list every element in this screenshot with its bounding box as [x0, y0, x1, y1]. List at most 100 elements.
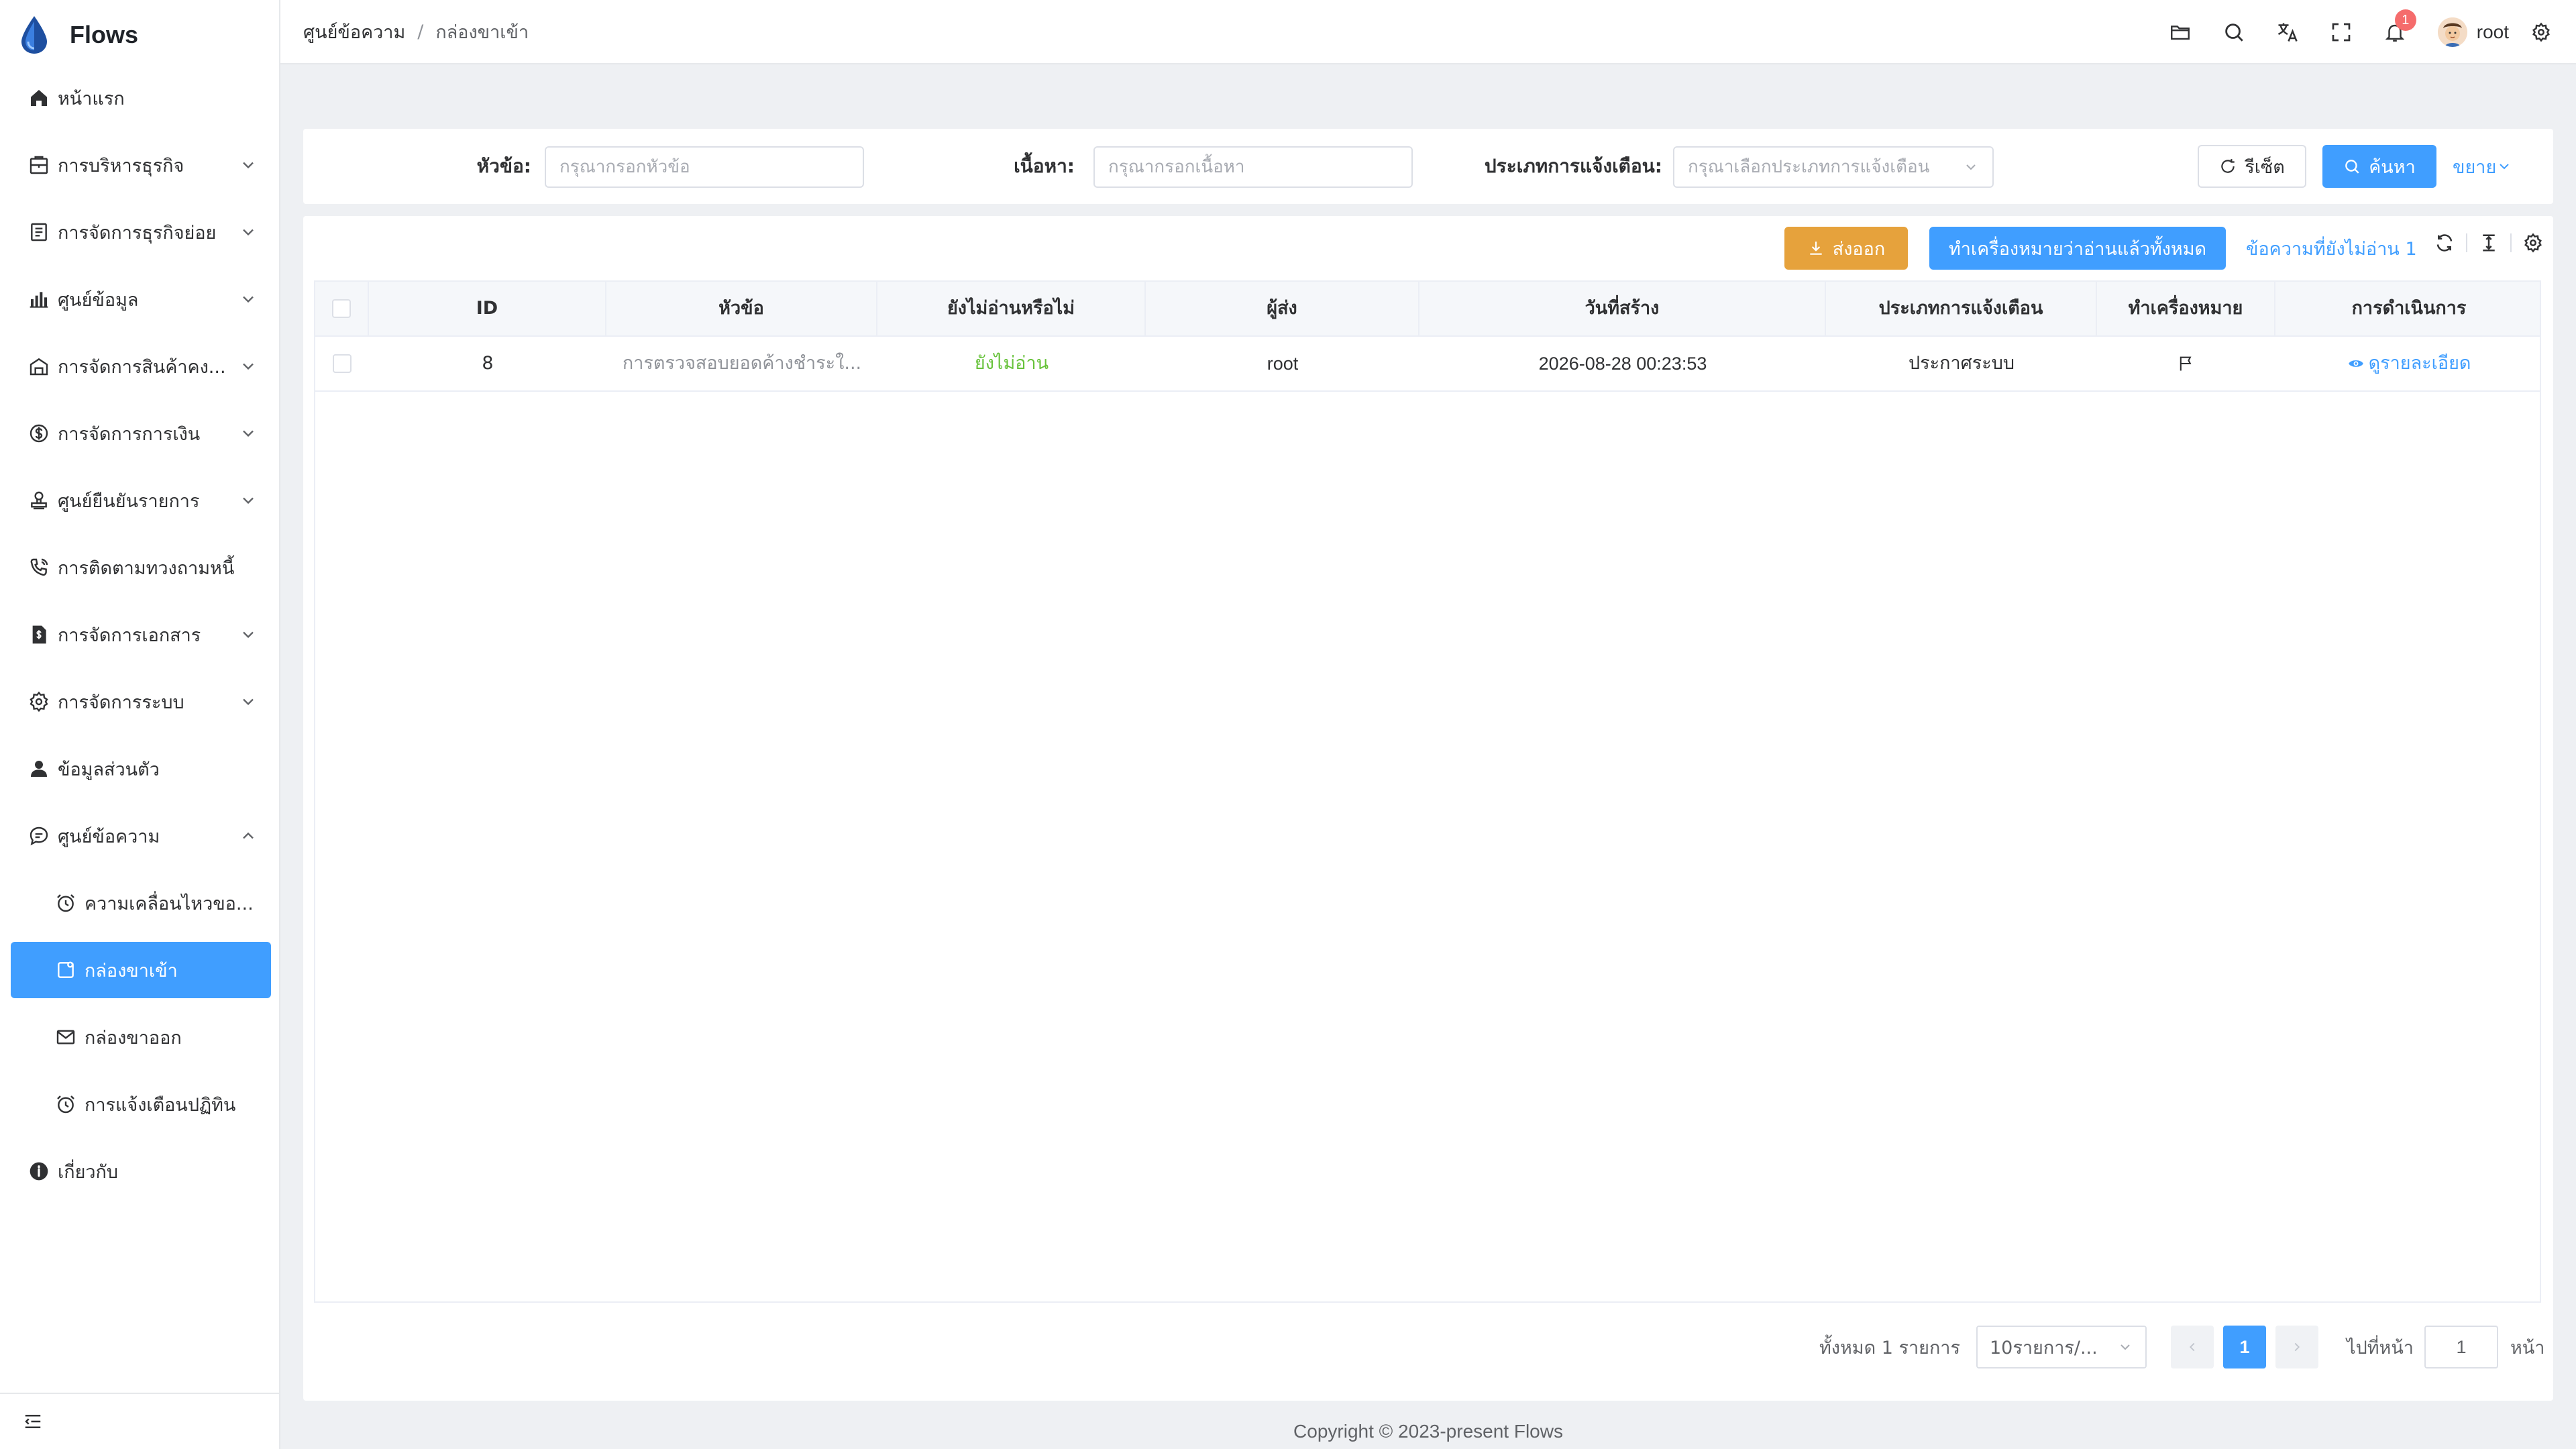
- folder-button[interactable]: [2153, 0, 2207, 64]
- sidebar-item-finance[interactable]: การจัดการการเงิน: [11, 405, 271, 462]
- inbox-icon: [54, 958, 78, 982]
- sidebar-item-home[interactable]: หน้าแรก: [11, 70, 271, 126]
- gear-icon: [2524, 233, 2542, 253]
- chevron-down-icon: [239, 491, 258, 510]
- row-checkbox[interactable]: [333, 354, 352, 373]
- expand-button[interactable]: ขยาย: [2453, 145, 2512, 188]
- sidebar-item-profile[interactable]: ข้อมูลส่วนตัว: [11, 741, 271, 797]
- chevron-down-icon: [2500, 164, 2509, 170]
- sidebar-item-message-center[interactable]: ศูนย์ข้อความ: [11, 808, 271, 864]
- notification-type-label: ประเภทการแจ้งเตือน:: [1484, 155, 1662, 177]
- chevron-down-icon: [239, 625, 258, 644]
- flag-icon[interactable]: [2177, 354, 2196, 373]
- sidebar-item-label: การจัดการการเงิน: [58, 423, 201, 445]
- prev-page-button[interactable]: [2171, 1326, 2214, 1368]
- view-details-link[interactable]: ดูรายละเอียด: [2347, 337, 2471, 390]
- sidebar-item-business[interactable]: การบริหารธุรกิจ: [11, 137, 271, 193]
- chevron-right-icon: [2294, 1342, 2300, 1352]
- pagination-total: ทั้งหมด 1 รายการ: [1819, 1337, 1960, 1358]
- footer-copyright: Copyright © 2023-present Flows: [1293, 1421, 1563, 1442]
- column-header[interactable]: ID: [369, 282, 606, 335]
- chevron-down-icon: [239, 692, 258, 711]
- breadcrumb-item[interactable]: ศูนย์ข้อความ: [303, 17, 405, 46]
- column-header[interactable]: ประเภทการแจ้งเตือน: [1826, 282, 2097, 335]
- unread-messages-link[interactable]: ข้อความที่ยังไม่อ่าน 1: [2246, 227, 2417, 270]
- fullscreen-button[interactable]: [2314, 0, 2368, 64]
- document-list-icon: [27, 220, 51, 244]
- table-header: ID หัวข้อ ยังไม่อ่านหรือไม่ ผู้ส่ง วันที…: [315, 282, 2540, 337]
- page-size-select[interactable]: 10รายการ/...: [1976, 1326, 2147, 1368]
- sidebar-item-debt-collection[interactable]: การติดตามทวงถามหนี้: [11, 539, 271, 596]
- column-header[interactable]: วันที่สร้าง: [1419, 282, 1826, 335]
- export-button[interactable]: ส่งออก: [1784, 227, 1908, 270]
- select-all-checkbox[interactable]: [332, 299, 351, 318]
- refresh-table-button[interactable]: [2431, 229, 2458, 256]
- page-size-value: 10รายการ/...: [1990, 1337, 2098, 1358]
- cell-id: 8: [482, 353, 494, 374]
- sidebar-item-sub-business[interactable]: การจัดการธุรกิจย่อย: [11, 204, 271, 260]
- sidebar-item-label: ศูนย์ข้อความ: [58, 826, 160, 847]
- sidebar-item-system[interactable]: การจัดการระบบ: [11, 674, 271, 730]
- expand-label: ขยาย: [2453, 156, 2497, 178]
- column-header[interactable]: หัวข้อ: [606, 282, 877, 335]
- app-logo[interactable]: Flows: [17, 15, 138, 55]
- column-header[interactable]: การดำเนินการ: [2275, 282, 2542, 335]
- briefcase-icon: [27, 153, 51, 177]
- sidebar-item-data-center[interactable]: ศูนย์ข้อมูล: [11, 271, 271, 327]
- column-header[interactable]: ผู้ส่ง: [1146, 282, 1419, 335]
- sidebar-item-about[interactable]: เกี่ยวกับ: [11, 1143, 271, 1199]
- sidebar-item-approval[interactable]: ศูนย์ยืนยันรายการ: [11, 472, 271, 529]
- chevron-down-icon: [239, 223, 258, 241]
- notification-type-select[interactable]: กรุณาเลือกประเภทการแจ้งเตือน: [1673, 146, 1994, 188]
- chevron-down-icon: [239, 290, 258, 309]
- mark-all-read-button[interactable]: ทำเครื่องหมายว่าอ่านแล้วทั้งหมด: [1929, 227, 2226, 270]
- stamp-icon: [27, 488, 51, 513]
- title-input[interactable]: [545, 146, 864, 188]
- search-icon: [2225, 23, 2243, 42]
- search-button[interactable]: [2207, 0, 2261, 64]
- title-label: หัวข้อ:: [476, 155, 531, 177]
- chevron-down-icon: [239, 357, 258, 376]
- density-button[interactable]: [2475, 229, 2502, 256]
- unread-messages-label: ข้อความที่ยังไม่อ่าน 1: [2246, 238, 2417, 260]
- reset-button[interactable]: รีเซ็ต: [2198, 145, 2306, 188]
- content-input[interactable]: [1093, 146, 1413, 188]
- goto-label: ไปที่หน้า: [2347, 1337, 2414, 1358]
- goto-page-input[interactable]: [2424, 1326, 2498, 1368]
- next-page-button[interactable]: [2275, 1326, 2318, 1368]
- notification-button[interactable]: 1: [2368, 0, 2422, 64]
- chevron-down-icon: [239, 424, 258, 443]
- sidebar-subitem-activity[interactable]: ความเคลื่อนไหวขอ...: [11, 875, 271, 931]
- sidebar-item-documents[interactable]: การจัดการเอกสาร: [11, 606, 271, 663]
- sidebar-subitem-inbox[interactable]: กล่องขาเข้า: [11, 942, 271, 998]
- sidebar-item-label: การจัดการธุรกิจย่อย: [58, 222, 217, 244]
- cell-sender: root: [1267, 354, 1299, 374]
- chevron-up-icon: [239, 826, 258, 845]
- mark-all-read-label: ทำเครื่องหมายว่าอ่านแล้วทั้งหมด: [1948, 238, 2207, 260]
- sidebar-item-label: เกี่ยวกับ: [58, 1161, 119, 1183]
- download-icon: [1810, 241, 1822, 255]
- chevron-down-icon: [1966, 164, 1976, 170]
- table-row[interactable]: 8 การตรวจสอบยอดค้างชำระใ... ยังไม่อ่าน r…: [315, 337, 2540, 392]
- column-settings-button[interactable]: [2520, 229, 2546, 256]
- notification-badge: 1: [2394, 9, 2416, 31]
- page-number-current[interactable]: 1: [2223, 1326, 2266, 1368]
- search-button[interactable]: ค้นหา: [2322, 145, 2436, 188]
- column-header[interactable]: ทำเครื่องหมาย: [2097, 282, 2275, 335]
- settings-button[interactable]: [2522, 0, 2560, 64]
- refresh-icon: [2221, 159, 2235, 173]
- column-height-icon: [2483, 234, 2495, 252]
- sidebar-item-label: การบริหารธุรกิจ: [58, 155, 184, 176]
- user-menu[interactable]: root: [2437, 17, 2509, 47]
- column-header[interactable]: ยังไม่อ่านหรือไม่: [877, 282, 1146, 335]
- breadcrumb: ศูนย์ข้อความ / กล่องขาเข้า: [303, 17, 529, 46]
- avatar: [2437, 17, 2467, 47]
- sidebar-collapse-button[interactable]: [0, 1393, 280, 1449]
- sidebar-item-inventory[interactable]: การจัดการสินค้าคง...: [11, 338, 271, 394]
- language-button[interactable]: [2261, 0, 2314, 64]
- sidebar-subitem-outbox[interactable]: กล่องขาออก: [11, 1009, 271, 1065]
- select-placeholder: กรุณาเลือกประเภทการแจ้งเตือน: [1688, 157, 1930, 177]
- refresh-icon: [2436, 234, 2453, 252]
- sidebar-subitem-calendar-reminder[interactable]: การแจ้งเตือนปฏิทิน: [11, 1076, 271, 1132]
- sidebar-item-label: การแจ้งเตือนปฏิทิน: [85, 1094, 236, 1116]
